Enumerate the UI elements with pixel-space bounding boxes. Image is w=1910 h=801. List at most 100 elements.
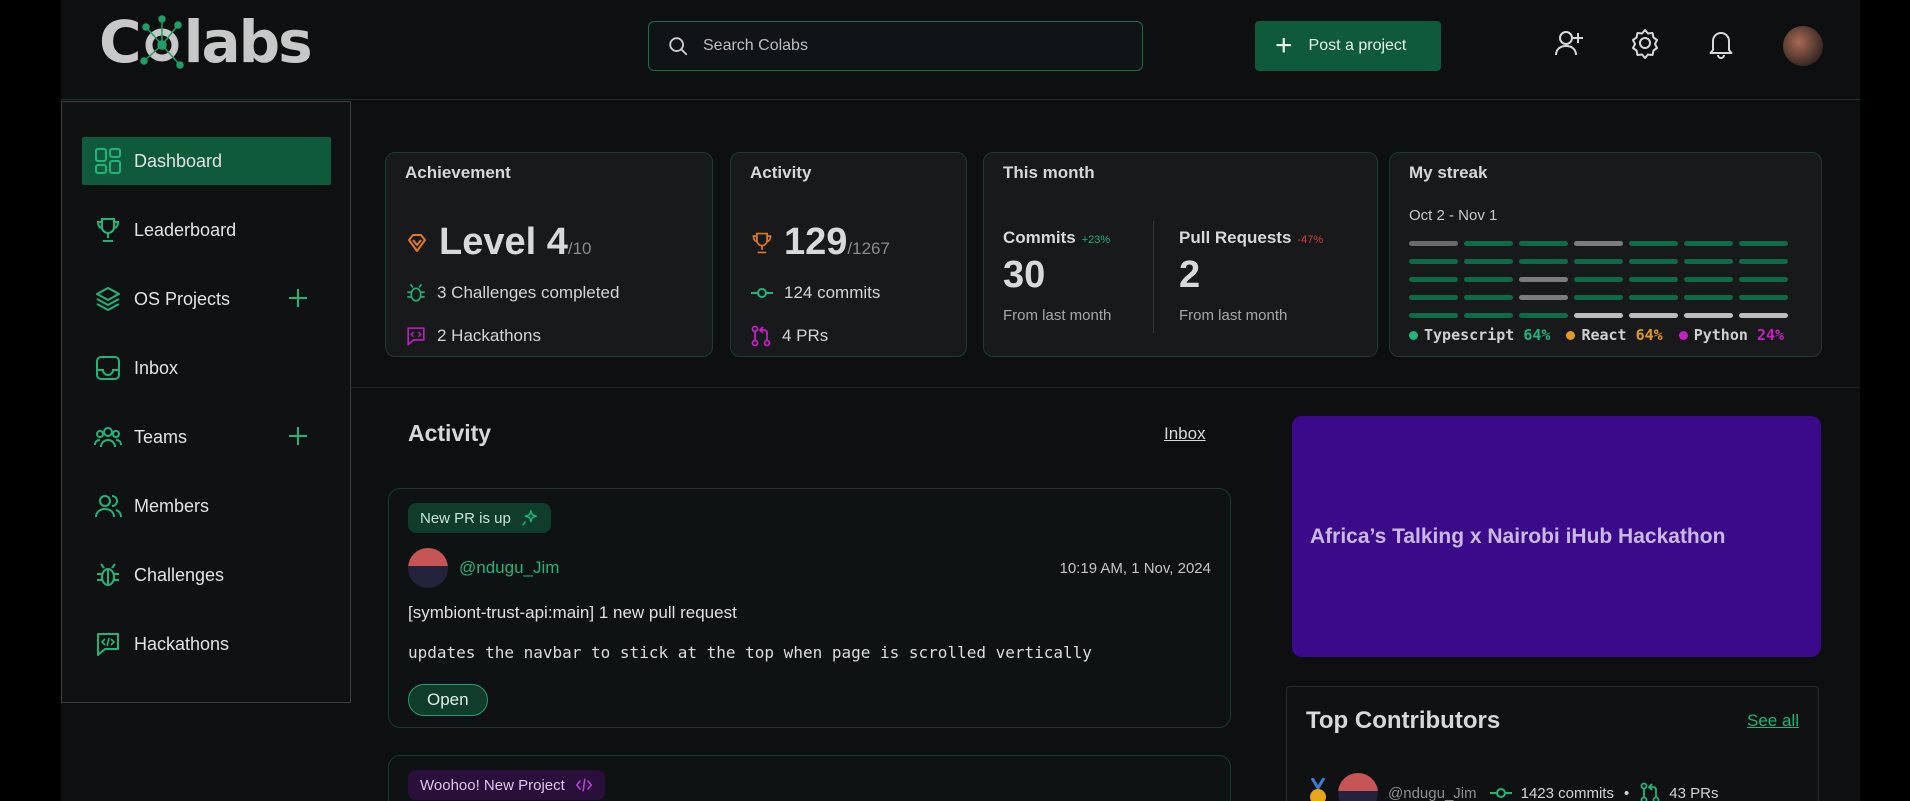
add-team-icon[interactable]: [287, 425, 309, 447]
hackathons-row: 2 Hackathons: [405, 325, 541, 347]
search-input[interactable]: [703, 37, 1123, 55]
hackathon-banner[interactable]: Africa’s Talking x Nairobi iHub Hackatho…: [1292, 416, 1821, 657]
challenges-text: 3 Challenges completed: [437, 283, 620, 302]
prs-label: Pull Requests: [1179, 228, 1292, 247]
react-dot: [1566, 330, 1576, 340]
sidebar-item-leaderboard[interactable]: Leaderboard: [82, 206, 331, 254]
layers-icon: [96, 287, 120, 311]
inbox-link[interactable]: Inbox: [1164, 424, 1206, 444]
sidebar-item-members[interactable]: Members: [82, 482, 331, 530]
user-avatar[interactable]: [408, 548, 448, 588]
commit-icon: [751, 288, 773, 298]
code-chat-icon: [97, 633, 119, 656]
streak-bar: [1629, 313, 1678, 318]
activity-score-total: /1267: [847, 238, 890, 258]
dashboard-icon: [95, 148, 121, 174]
language-legend: Typescript 64% React 64% Python 24%: [1409, 326, 1784, 344]
contributor-avatar: [1338, 773, 1378, 801]
sidebar-item-teams[interactable]: Teams: [82, 413, 331, 461]
sparkle-icon: [522, 510, 537, 526]
streak-bar: [1684, 277, 1733, 282]
language-name: Typescript: [1424, 326, 1515, 344]
sidebar-item-inbox[interactable]: Inbox: [82, 344, 331, 392]
see-all-link[interactable]: See all: [1747, 711, 1799, 731]
hackathon-title: Africa’s Talking x Nairobi iHub Hackatho…: [1310, 524, 1726, 548]
sidebar-item-dashboard[interactable]: Dashboard: [82, 137, 331, 185]
top-contributors-panel: Top Contributors See all @ndugu_Jim 1423…: [1286, 686, 1819, 801]
prs-text: 4 PRs: [782, 326, 829, 345]
streak-bar: [1574, 295, 1623, 300]
commits-sub: From last month: [1003, 307, 1112, 324]
achievement-card: Achievement Level 4 /10 3 Challenges com…: [385, 152, 713, 357]
language-react: React 64%: [1566, 326, 1663, 344]
streak-bar: [1629, 259, 1678, 264]
sidebar-item-label: Members: [134, 495, 210, 516]
language-name: React: [1581, 326, 1627, 344]
team-icon: [94, 427, 122, 448]
streak-card: My streak Oct 2 - Nov 1 Typescript 64% R…: [1389, 152, 1822, 357]
code-chat-icon: [407, 327, 425, 346]
post-project-button[interactable]: + Post a project: [1255, 21, 1441, 71]
search-icon: [669, 37, 688, 56]
sidebar-item-label: Challenges: [134, 564, 225, 585]
notification-bell-icon[interactable]: [1705, 27, 1737, 59]
hackathons-text: 2 Hackathons: [437, 326, 541, 345]
streak-bar: [1739, 295, 1788, 300]
metric-divider: [1153, 221, 1154, 333]
inbox-icon: [96, 356, 120, 380]
sidebar-item-challenges[interactable]: Challenges: [82, 551, 331, 599]
sidebar-item-hackathons[interactable]: Hackathons: [82, 620, 331, 668]
new-project-badge: Woohoo! New Project: [408, 770, 605, 800]
activity-stat-title: Activity: [750, 163, 812, 182]
network-logo-icon: [139, 15, 184, 69]
streak-bar: [1574, 259, 1623, 264]
add-project-icon[interactable]: [287, 287, 309, 309]
streak-bar: [1409, 313, 1458, 318]
app-window: C labs + Post a project: [61, 0, 1860, 801]
streak-bar: [1409, 259, 1458, 264]
medal-icon: [1310, 778, 1326, 801]
trophy-icon: [752, 232, 772, 253]
pull-request-icon: [1640, 782, 1660, 801]
colabs-logo[interactable]: C labs: [99, 10, 313, 74]
streak-bar: [1739, 277, 1788, 282]
badge-label: New PR is up: [420, 509, 511, 527]
language-typescript: Typescript 64%: [1409, 326, 1550, 344]
open-status-button[interactable]: Open: [408, 684, 488, 716]
contributor-commits: 1423 commits: [1520, 784, 1614, 801]
streak-bar: [1739, 241, 1788, 246]
badge-label: Woohoo! New Project: [420, 776, 565, 794]
streak-bar: [1574, 277, 1623, 282]
activity-stat-card: Activity 129 /1267 124 commits 4 PRs: [730, 152, 967, 357]
settings-icon[interactable]: [1629, 27, 1661, 59]
contributor-row[interactable]: @ndugu_Jim 1423 commits • 43 PRs: [1306, 773, 1718, 801]
add-user-icon[interactable]: [1553, 27, 1585, 59]
streak-bar: [1464, 295, 1513, 300]
streak-bar: [1629, 295, 1678, 300]
separator-dot: •: [1623, 784, 1630, 801]
streak-bar: [1464, 259, 1513, 264]
pr-description: updates the navbar to stick at the top w…: [408, 643, 1092, 662]
activity-score-value: 129: [784, 221, 848, 263]
sidebar-item-label: Dashboard: [134, 150, 223, 171]
streak-bar: [1574, 241, 1623, 246]
pr-title: [symbiont-trust-api:main] 1 new pull req…: [408, 603, 737, 622]
streak-bar: [1684, 295, 1733, 300]
bug-icon: [407, 283, 425, 302]
sidebar-item-os-projects[interactable]: OS Projects: [82, 275, 331, 323]
streak-bar: [1519, 295, 1568, 300]
this-month-title: This month: [1003, 163, 1095, 182]
language-pct: 24%: [1756, 326, 1785, 344]
sidebar-item-label: OS Projects: [134, 288, 231, 309]
sidebar-item-label: Teams: [134, 426, 188, 447]
username-link[interactable]: @ndugu_Jim: [459, 558, 559, 578]
streak-bar: [1519, 259, 1568, 264]
commits-label: Commits: [1003, 228, 1076, 247]
search-bar[interactable]: [648, 21, 1143, 71]
level-value: Level 4: [439, 221, 568, 263]
sidebar-item-label: Hackathons: [134, 633, 230, 654]
sidebar-item-label: Leaderboard: [134, 219, 237, 240]
plus-icon: +: [1275, 29, 1293, 62]
user-avatar[interactable]: [1783, 26, 1823, 66]
contributor-name: @ndugu_Jim: [1388, 784, 1477, 801]
